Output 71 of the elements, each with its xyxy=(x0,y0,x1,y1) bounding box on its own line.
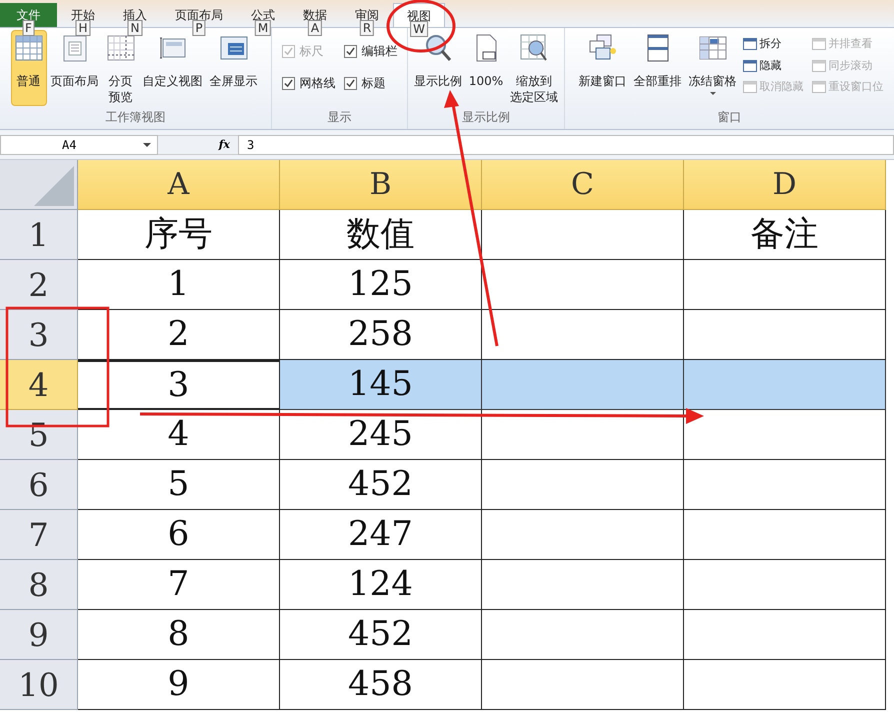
table-cell: 8 xyxy=(78,610,280,660)
table-cell: 1 xyxy=(78,260,280,310)
zoom-grid-icon xyxy=(519,33,550,63)
table-cell: 452 xyxy=(280,610,482,660)
table-cell: 458 xyxy=(280,660,482,710)
checkbox[interactable]: 网格线 xyxy=(282,74,336,92)
row-header[interactable]: 7 xyxy=(0,510,78,560)
table-cell: 247 xyxy=(280,510,482,560)
window-pane-icon xyxy=(742,38,756,50)
function-label[interactable]: fx xyxy=(218,136,230,154)
key-tip: R xyxy=(360,20,374,36)
ribbon-button[interactable]: 新建窗口 xyxy=(576,30,630,106)
table-cell: 6 xyxy=(78,510,280,560)
formula-field[interactable]: 3 xyxy=(238,135,894,155)
window-pane-icon xyxy=(742,60,756,72)
table-cell: 245 xyxy=(280,410,482,460)
grid-icon xyxy=(14,33,44,63)
table-cell: 5 xyxy=(78,460,280,510)
table-cell: 4 xyxy=(78,410,280,460)
group-label: 工作簿视图 xyxy=(104,109,166,126)
window-pane-icon xyxy=(812,38,826,50)
checkbox[interactable]: 标题 xyxy=(344,74,398,92)
row-header[interactable]: 4 xyxy=(0,360,78,410)
select-all-corner[interactable] xyxy=(0,160,78,210)
column-header[interactable]: C xyxy=(482,160,684,210)
key-tip: N xyxy=(128,20,142,36)
row-header[interactable]: 9 xyxy=(0,610,78,660)
table-cell: 备注 xyxy=(684,210,886,260)
group-label: 窗口 xyxy=(716,109,742,126)
ribbon-button[interactable]: 冻结窗格 xyxy=(686,30,740,106)
group-label: 显示 xyxy=(326,109,352,126)
table-cell: 9 xyxy=(78,660,280,710)
table-cell: 452 xyxy=(280,460,482,510)
caret-icon xyxy=(143,143,151,147)
name-box[interactable]: A4 xyxy=(0,135,158,155)
ribbon-small-button[interactable]: 拆分 xyxy=(742,36,804,52)
key-tip: W xyxy=(410,20,428,36)
group-label: 显示比例 xyxy=(461,109,511,126)
ribbon-button[interactable]: 100% xyxy=(466,30,506,106)
column-header[interactable]: B xyxy=(280,160,482,210)
row-header[interactable]: 8 xyxy=(0,560,78,610)
table-cell: 7 xyxy=(78,560,280,610)
row-header[interactable]: 10 xyxy=(0,660,78,710)
key-tip: H xyxy=(75,20,91,36)
window-pane-icon xyxy=(812,60,826,72)
ribbon-button[interactable]: 全部重排 xyxy=(630,30,684,106)
table-cell: 145 xyxy=(280,360,482,410)
row-header[interactable]: 3 xyxy=(0,310,78,360)
key-tip: A xyxy=(308,20,322,36)
row-header[interactable]: 5 xyxy=(0,410,78,460)
ribbon-button[interactable]: 普通 xyxy=(10,30,46,106)
table-cell: 序号 xyxy=(78,210,280,260)
row-header[interactable]: 2 xyxy=(0,260,78,310)
table-cell: 3 xyxy=(78,360,280,410)
key-tip: M xyxy=(254,20,272,36)
ribbon-button[interactable]: 缩放到 选定区域 xyxy=(507,30,562,106)
column-header[interactable]: D xyxy=(684,160,886,210)
table-cell: 数值 xyxy=(280,210,482,260)
key-tip: F xyxy=(22,20,35,36)
row-header[interactable]: 1 xyxy=(0,210,78,260)
checkbox[interactable]: 编辑栏 xyxy=(344,42,398,60)
table-cell: 125 xyxy=(280,260,482,310)
row-header[interactable]: 6 xyxy=(0,460,78,510)
window-pane-icon xyxy=(812,81,826,94)
corner-triangle-icon xyxy=(34,166,74,206)
column-header[interactable]: A xyxy=(78,160,280,210)
ribbon-small-button[interactable]: 隐藏 xyxy=(742,58,804,74)
page-break-icon xyxy=(106,33,136,63)
table-cell: 124 xyxy=(280,560,482,610)
key-tip: P xyxy=(192,20,206,36)
window-pane-icon xyxy=(742,81,756,94)
